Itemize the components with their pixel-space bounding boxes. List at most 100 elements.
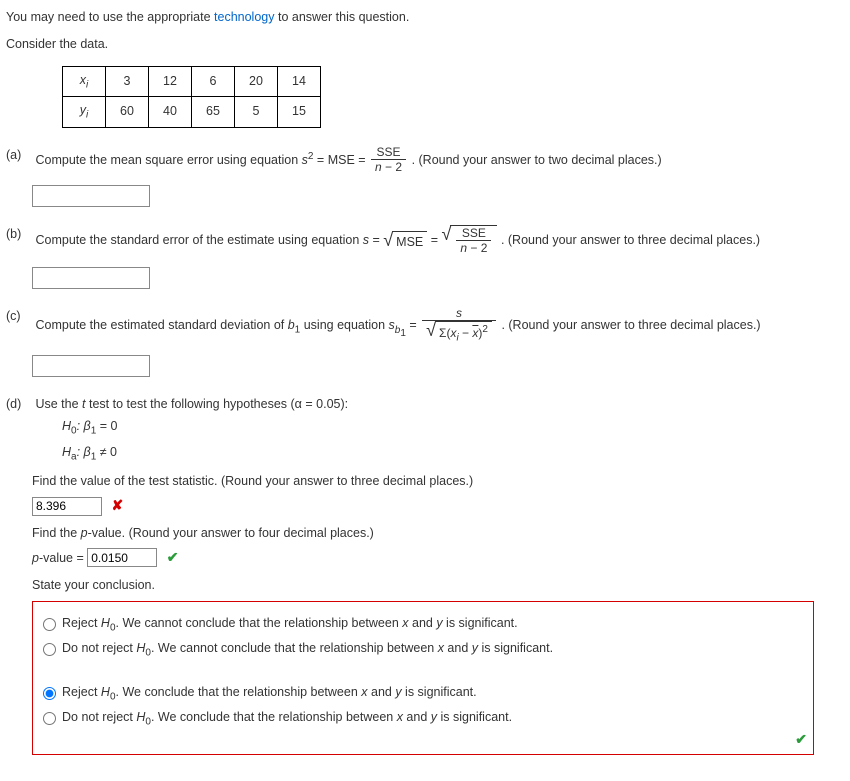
test-statistic-input[interactable] bbox=[32, 497, 102, 516]
part-b-label: (b) bbox=[6, 225, 32, 244]
c-den-pre: Σ( bbox=[439, 326, 450, 340]
find-t-text: Find the value of the test statistic. (R… bbox=[32, 472, 844, 491]
a-pre: Compute the mean square error using equa… bbox=[35, 153, 301, 167]
p-label-p: p bbox=[32, 551, 39, 565]
choice-3-radio[interactable] bbox=[43, 687, 56, 700]
b-pre: Compute the standard error of the estima… bbox=[35, 233, 362, 247]
yi-sub: i bbox=[86, 110, 88, 121]
c-eq: = bbox=[409, 318, 420, 332]
a-den-post: − 2 bbox=[382, 160, 402, 174]
find-p-p: p bbox=[81, 526, 88, 540]
row-head-y: yi bbox=[63, 97, 106, 128]
b-radicand2: SSE n − 2 bbox=[450, 225, 497, 257]
part-c: (c) Compute the estimated standard devia… bbox=[6, 307, 844, 377]
b-rad1: √MSE bbox=[383, 231, 427, 252]
choice-4-label: Do not reject H0. We conclude that the r… bbox=[62, 708, 512, 730]
c-den-mid: − bbox=[459, 326, 473, 340]
choice-2-label: Do not reject H0. We cannot conclude tha… bbox=[62, 639, 553, 661]
choice-4[interactable]: Do not reject H0. We conclude that the r… bbox=[43, 708, 803, 730]
c1-H: H bbox=[101, 616, 110, 630]
part-a: (a) Compute the mean square error using … bbox=[6, 146, 844, 208]
choice-3[interactable]: Reject H0. We conclude that the relation… bbox=[43, 683, 803, 705]
c-frac: s √Σ(xi − x)2 bbox=[420, 307, 498, 345]
c2-post: . We cannot conclude that the relationsh… bbox=[151, 641, 438, 655]
d-intro-pre: Use the bbox=[35, 397, 82, 411]
choice-4-radio[interactable] bbox=[43, 712, 56, 725]
consider-line: Consider the data. bbox=[6, 35, 844, 54]
c3-pre: Reject bbox=[62, 685, 101, 699]
c1-post: . We cannot conclude that the relationsh… bbox=[116, 616, 403, 630]
a-frac: SSE n − 2 bbox=[369, 146, 408, 176]
choice-2-radio[interactable] bbox=[43, 643, 56, 656]
part-c-label: (c) bbox=[6, 307, 32, 326]
c-den: √Σ(xi − x)2 bbox=[422, 321, 496, 344]
c-pre: Compute the estimated standard deviation… bbox=[35, 318, 287, 332]
c4-tail: is significant. bbox=[437, 710, 512, 724]
find-p-pre: Find the bbox=[32, 526, 81, 540]
cell: 20 bbox=[235, 66, 278, 97]
part-b-input[interactable] bbox=[32, 267, 150, 289]
choice-1-radio[interactable] bbox=[43, 618, 56, 631]
c-b1: 1 bbox=[295, 325, 301, 336]
part-a-label: (a) bbox=[6, 146, 32, 165]
c-den-sup: 2 bbox=[482, 324, 488, 335]
c-sb-sub: b1 bbox=[395, 325, 406, 336]
c2-pre: Do not reject bbox=[62, 641, 136, 655]
cell: 65 bbox=[192, 97, 235, 128]
a-post: . (Round your answer to two decimal plac… bbox=[412, 153, 662, 167]
d-intro-post: test to test the following hypotheses (α… bbox=[86, 397, 349, 411]
p-answer-row: p-value = ✔ bbox=[32, 547, 844, 568]
intro-line: You may need to use the appropriate tech… bbox=[6, 8, 844, 27]
ha-mid: : β bbox=[77, 445, 91, 459]
p-label-post: -value = bbox=[39, 551, 87, 565]
choice-gap bbox=[43, 665, 803, 679]
t-answer-row: ✘ bbox=[32, 495, 844, 516]
cell: 6 bbox=[192, 66, 235, 97]
part-d-label: (d) bbox=[6, 395, 32, 414]
correct-icon: ✔ bbox=[167, 549, 179, 565]
c2-and: and bbox=[444, 641, 472, 655]
cell: 40 bbox=[149, 97, 192, 128]
a-den-n: n bbox=[375, 160, 382, 174]
c-b: b bbox=[288, 318, 295, 332]
b-eq2: = bbox=[431, 233, 442, 247]
choice-1-label: Reject H0. We cannot conclude that the r… bbox=[62, 614, 518, 636]
part-a-text: Compute the mean square error using equa… bbox=[35, 153, 661, 167]
choice-1[interactable]: Reject H0. We cannot conclude that the r… bbox=[43, 614, 803, 636]
part-d: (d) Use the t test to test the following… bbox=[6, 395, 844, 755]
row-head-x: xi bbox=[63, 66, 106, 97]
h0-H: H bbox=[62, 419, 71, 433]
wrong-icon: ✘ bbox=[111, 497, 123, 513]
technology-link[interactable]: technology bbox=[214, 10, 274, 24]
part-d-intro: Use the t test to test the following hyp… bbox=[35, 397, 348, 411]
p-value-input[interactable] bbox=[87, 548, 157, 567]
h0-mid: : β bbox=[77, 419, 91, 433]
c-mid: using equation bbox=[304, 318, 389, 332]
c4-and: and bbox=[403, 710, 431, 724]
b-radicand1: MSE bbox=[392, 231, 427, 252]
cell: 12 bbox=[149, 66, 192, 97]
find-p-post: -value. (Round your answer to four decim… bbox=[88, 526, 374, 540]
conclusion-choices: Reject H0. We cannot conclude that the r… bbox=[32, 601, 814, 755]
cell: 60 bbox=[106, 97, 149, 128]
correct-icon: ✔ bbox=[795, 729, 807, 750]
state-conclusion-text: State your conclusion. bbox=[32, 576, 844, 595]
cell: 5 bbox=[235, 97, 278, 128]
c1-and: and bbox=[409, 616, 437, 630]
c2-tail: is significant. bbox=[478, 641, 553, 655]
h0-post: = 0 bbox=[96, 419, 117, 433]
choice-2[interactable]: Do not reject H0. We cannot conclude tha… bbox=[43, 639, 803, 661]
part-a-input[interactable] bbox=[32, 185, 150, 207]
c4-post: . We conclude that the relationship betw… bbox=[151, 710, 397, 724]
c-post: . (Round your answer to three decimal pl… bbox=[501, 318, 760, 332]
ha-H: H bbox=[62, 445, 71, 459]
part-c-input[interactable] bbox=[32, 355, 150, 377]
ha-post: ≠ 0 bbox=[96, 445, 117, 459]
hypothesis-h0: H0: β1 = 0 bbox=[62, 417, 844, 439]
b-frac: SSE n − 2 bbox=[454, 227, 493, 257]
a-mid: = MSE = bbox=[317, 153, 369, 167]
data-table: xi 3 12 6 20 14 yi 60 40 65 5 15 bbox=[62, 66, 321, 128]
c-num: s bbox=[422, 307, 496, 321]
hypothesis-ha: Ha: β1 ≠ 0 bbox=[62, 443, 844, 465]
b-post: . (Round your answer to three decimal pl… bbox=[501, 233, 760, 247]
